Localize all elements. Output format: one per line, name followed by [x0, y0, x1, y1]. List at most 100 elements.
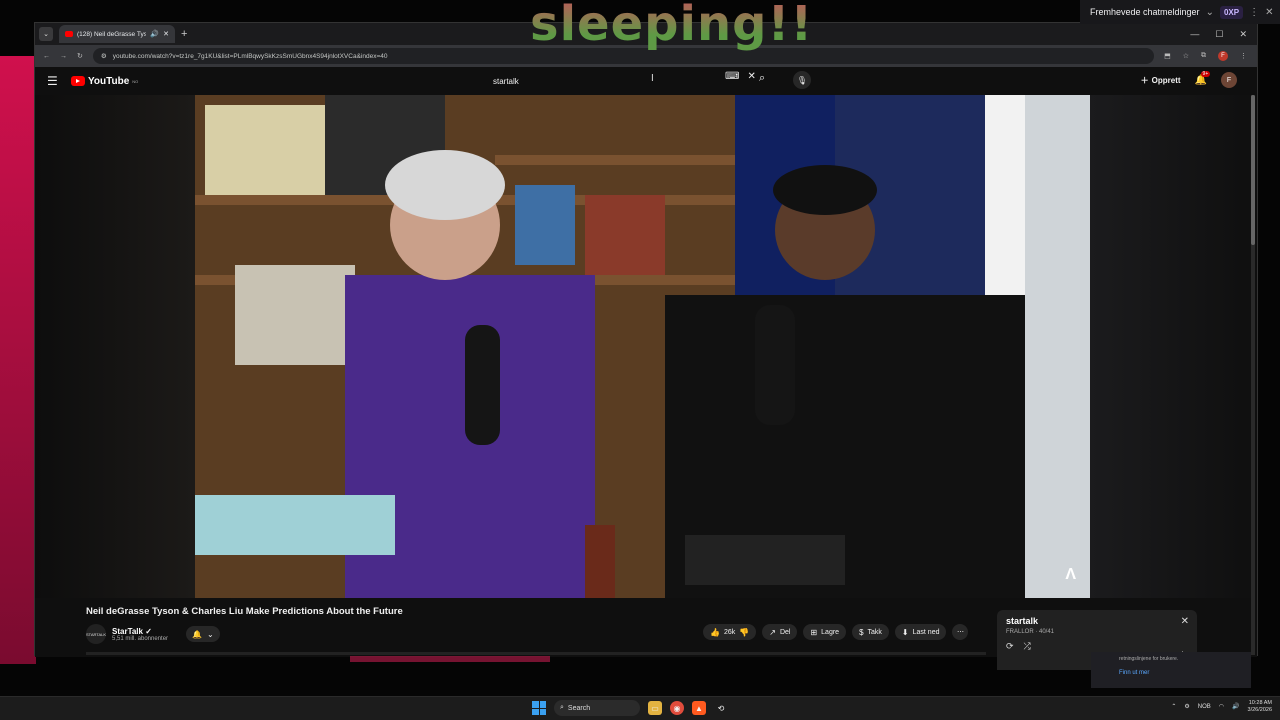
language-indicator[interactable]: NOB — [1198, 704, 1211, 710]
app-icon[interactable]: ⟲ — [714, 701, 728, 715]
back-icon[interactable]: ← — [43, 53, 50, 60]
new-tab-button[interactable]: + — [181, 28, 187, 40]
video-player[interactable]: Λ — [35, 95, 1257, 598]
youtube-header: ☰ YouTube NO startalk I ⌨ ✕ ⌕ 🎙 ＋ Oppret… — [35, 67, 1257, 95]
account-avatar[interactable]: F — [1221, 72, 1237, 88]
maximize-icon[interactable]: ☐ — [1215, 29, 1223, 40]
page-divider — [86, 652, 986, 655]
wifi-icon[interactable]: ◠ — [1219, 703, 1224, 710]
channel-row: STARTALK StarTalk ✓ 5,51 mill. abonnente… — [86, 624, 220, 644]
save-label: Lagre — [821, 628, 840, 636]
channel-meta: StarTalk ✓ 5,51 mill. abonnenter — [112, 627, 168, 642]
video-content-image — [195, 95, 1090, 598]
taskbar-search[interactable]: ⌕ Search — [554, 700, 640, 716]
video-title: Neil deGrasse Tyson & Charles Liu Make P… — [86, 606, 403, 617]
video-info: Neil deGrasse Tyson & Charles Liu Make P… — [35, 598, 1257, 670]
tray-app-icon[interactable]: ⚙ — [1184, 703, 1189, 710]
forward-icon[interactable]: → — [60, 53, 67, 60]
tab-youtube[interactable]: (128) Neil deGrasse Tyson 🔊 ✕ — [59, 25, 175, 43]
ambient-left — [35, 95, 195, 598]
search-value: startalk — [493, 76, 519, 86]
chevron-down-icon: ⌄ — [207, 629, 214, 639]
youtube-play-icon — [71, 76, 85, 86]
keyboard-icon[interactable]: ⌨ — [725, 71, 739, 82]
chat-header-label[interactable]: Fremhevede chatmeldinger — [1090, 7, 1200, 17]
stream-overlay-text: sleeping!! — [530, 0, 813, 52]
search-icon: ⌕ — [560, 704, 564, 711]
youtube-logo[interactable]: YouTube NO — [71, 76, 138, 87]
create-button[interactable]: ＋ Opprett — [1141, 75, 1181, 86]
channel-name[interactable]: StarTalk ✓ — [112, 627, 168, 636]
thanks-button[interactable]: $ Takk — [852, 624, 889, 640]
desktop: sleeping!! Fremhevede chatmeldinger ⌄ 0X… — [0, 0, 1280, 720]
like-button[interactable]: 👍 26k 👎 — [703, 624, 757, 640]
xp-badge[interactable]: 0XP — [1219, 5, 1244, 19]
close-icon[interactable]: ✕ — [1181, 616, 1189, 627]
verified-icon: ✓ — [145, 626, 152, 636]
brave-icon[interactable]: ▲ — [692, 701, 706, 715]
minimize-icon[interactable]: — — [1190, 29, 1199, 40]
subscriber-count: 5,51 mill. abonnenter — [112, 635, 169, 642]
channel-avatar[interactable]: STARTALK — [86, 624, 106, 644]
audio-icon[interactable]: 🔊 — [150, 30, 159, 38]
tab-close-icon[interactable]: ✕ — [163, 30, 169, 38]
shuffle-icon[interactable]: ⤮ — [1024, 641, 1031, 652]
search-icon[interactable]: ⌕ — [759, 72, 765, 85]
reload-icon[interactable]: ↻ — [77, 52, 83, 60]
notifications-button[interactable]: 🔔 9+ — [1195, 70, 1211, 86]
close-icon[interactable]: ✕ — [1265, 7, 1273, 18]
microphone-icon[interactable]: 🎙 — [793, 71, 811, 89]
tab-search-button[interactable]: ⌄ — [39, 27, 53, 41]
extensions-icon[interactable]: ⧉ — [1201, 52, 1206, 60]
chat-header: Fremhevede chatmeldinger ⌄ 0XP ⋮ ✕ — [1080, 0, 1280, 24]
background-window-edge — [350, 656, 550, 662]
close-window-icon[interactable]: ✕ — [1239, 29, 1247, 40]
share-icon: ↗ — [769, 627, 776, 637]
notification-line: retningslinjene for brukere. — [1119, 656, 1179, 662]
youtube-logo-text: YouTube — [88, 75, 130, 87]
download-button[interactable]: ⬇ Last ned — [894, 624, 947, 640]
subscribed-button[interactable]: 🔔 ⌄ — [186, 626, 220, 642]
download-icon: ⬇ — [901, 627, 909, 637]
file-explorer-icon[interactable]: ▭ — [648, 701, 662, 715]
channel-watermark-icon[interactable]: Λ — [1065, 566, 1076, 584]
menu-icon[interactable]: ☰ — [47, 74, 67, 88]
thumbs-down-icon[interactable]: 👎 — [739, 628, 749, 637]
desktop-wallpaper-strip — [0, 56, 36, 664]
chevron-down-icon[interactable]: ⌄ — [1206, 7, 1214, 18]
clear-search-icon[interactable]: ✕ — [747, 71, 755, 82]
channel-name-text: StarTalk — [112, 626, 143, 636]
tray-chevron-icon[interactable]: ⌃ — [1171, 703, 1176, 710]
chrome-icon[interactable]: ◉ — [670, 701, 684, 715]
tab-title: (128) Neil deGrasse Tyson — [77, 30, 147, 38]
share-button[interactable]: ↗ Del — [762, 624, 798, 640]
loop-icon[interactable]: ⟳ — [1006, 641, 1014, 652]
notification-link[interactable]: Finn ut mer — [1119, 670, 1223, 676]
volume-icon[interactable]: 🔊 — [1232, 703, 1239, 710]
site-info-icon[interactable]: ⚙ — [101, 52, 107, 60]
youtube-favicon-icon — [65, 31, 73, 37]
save-button[interactable]: ⊞ Lagre — [803, 624, 847, 640]
share-label: Del — [779, 628, 791, 636]
text-cursor-icon: I — [651, 73, 654, 84]
more-actions-icon[interactable]: ⋯ — [952, 624, 969, 640]
taskbar: ⌕ Search ▭ ◉ ▲ ⟲ ⌃ ⚙ NOB ◠ 🔊 10:28 AM 3/… — [0, 696, 1280, 720]
clock-date: 3/26/2026 — [1247, 706, 1272, 713]
more-vert-icon[interactable]: ⋮ — [1249, 7, 1259, 18]
scrollbar-thumb[interactable] — [1251, 95, 1255, 245]
search-input[interactable]: startalk — [481, 71, 761, 91]
browser-window: ⌄ (128) Neil deGrasse Tyson 🔊 ✕ + — ☐ ✕ … — [34, 22, 1258, 670]
bookmark-star-icon[interactable]: ☆ — [1183, 52, 1189, 60]
install-icon[interactable]: ⬒ — [1164, 52, 1171, 60]
start-button[interactable] — [532, 701, 546, 715]
page-scrollbar[interactable] — [1251, 95, 1255, 655]
playlist-title[interactable]: startalk — [1006, 616, 1188, 626]
bell-icon: 🔔 — [192, 629, 203, 639]
video-frame[interactable]: Λ — [195, 95, 1090, 598]
taskbar-search-label: Search — [567, 704, 591, 712]
browser-menu-icon[interactable]: ⋮ — [1240, 52, 1247, 60]
profile-avatar[interactable]: F — [1218, 51, 1228, 61]
youtube-country-code: NO — [132, 78, 139, 84]
clock[interactable]: 10:28 AM 3/26/2026 — [1248, 700, 1272, 713]
download-label: Last ned — [912, 628, 940, 636]
